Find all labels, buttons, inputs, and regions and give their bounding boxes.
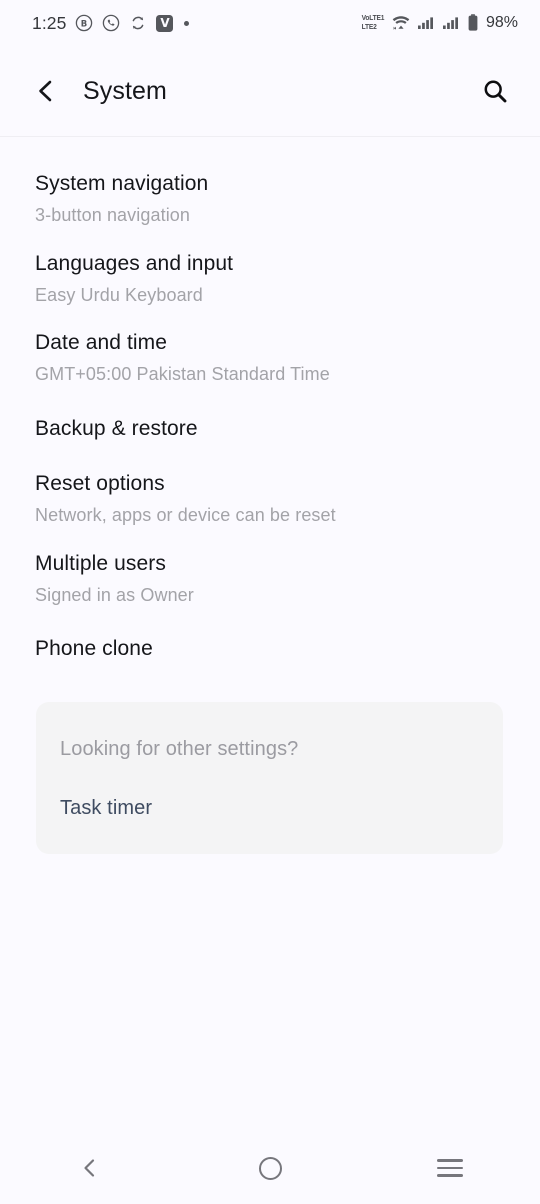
app-bar: System [0,46,540,137]
bitcoin-b-circle-icon: B [76,14,93,32]
setting-subtitle: Network, apps or device can be reset [35,505,336,526]
setting-subtitle: Signed in as Owner [35,584,194,605]
setting-row-phone-clone[interactable]: Phone clone [0,618,540,679]
notification-dot-icon [184,20,190,26]
nav-home-button[interactable] [180,1132,360,1204]
nav-recents-lines-icon [437,1159,463,1177]
battery-percent-label: 98% [485,14,518,31]
status-bar: 1:25 B V VoLTE1 LTE2 98% [0,0,540,46]
setting-row-reset-options[interactable]: Reset options Network, apps or device ca… [0,459,540,539]
setting-title: Languages and input [35,251,234,275]
suggestion-card: Looking for other settings? Task timer [36,701,503,854]
volte-dual-sim-icon: VoLTE1 LTE2 [362,15,385,31]
nav-recents-button[interactable] [360,1132,540,1204]
suggestion-card-wrapper: Looking for other settings? Task timer [0,680,540,854]
system-navigation-bar [0,1132,540,1204]
setting-row-languages-and-input[interactable]: Languages and input Easy Urdu Keyboard [0,239,540,319]
page-title: System [83,76,167,105]
search-button[interactable] [477,73,513,109]
search-icon [484,80,507,103]
status-bar-left: 1:25 B V [32,12,190,34]
setting-title: System navigation [35,172,209,195]
setting-title: Backup & restore [35,416,198,440]
setting-subtitle: 3-button navigation [35,205,191,226]
nav-home-circle-icon [258,1156,282,1180]
nav-back-button[interactable] [0,1132,180,1204]
suggestion-link-task-timer[interactable]: Task timer [60,797,479,820]
setting-title: Multiple users [35,551,166,575]
status-bar-right: VoLTE1 LTE2 98% [361,13,518,33]
settings-list: System navigation 3-button navigation La… [0,137,540,680]
volte-sim2-label: LTE2 [361,23,377,31]
setting-title: Date and time [35,331,168,355]
v-app-icon: V [156,14,174,32]
setting-subtitle: GMT+05:00 Pakistan Standard Time [35,364,330,385]
chevron-left-icon [39,80,52,102]
svg-text:B: B [81,19,87,29]
back-button[interactable] [33,74,67,108]
setting-subtitle: Easy Urdu Keyboard [35,284,203,305]
setting-row-backup-and-restore[interactable]: Backup & restore [0,398,540,459]
setting-row-date-and-time[interactable]: Date and time GMT+05:00 Pakistan Standar… [0,318,540,398]
suggestion-question: Looking for other settings? [60,737,299,760]
whatsapp-icon [103,14,120,32]
sync-icon [133,16,144,30]
wifi-icon [392,16,410,30]
status-time: 1:25 [32,12,67,33]
signal-sim2-icon [442,17,458,29]
signal-sim1-icon [417,17,433,29]
setting-row-multiple-users[interactable]: Multiple users Signed in as Owner [0,539,540,619]
volte-sim1-label: VoLTE1 [361,15,385,23]
battery-icon [468,14,478,31]
setting-title: Reset options [35,472,165,496]
setting-title: Phone clone [35,637,153,661]
nav-back-chevron-icon [84,1159,95,1177]
setting-row-system-navigation[interactable]: System navigation 3-button navigation [0,159,540,239]
